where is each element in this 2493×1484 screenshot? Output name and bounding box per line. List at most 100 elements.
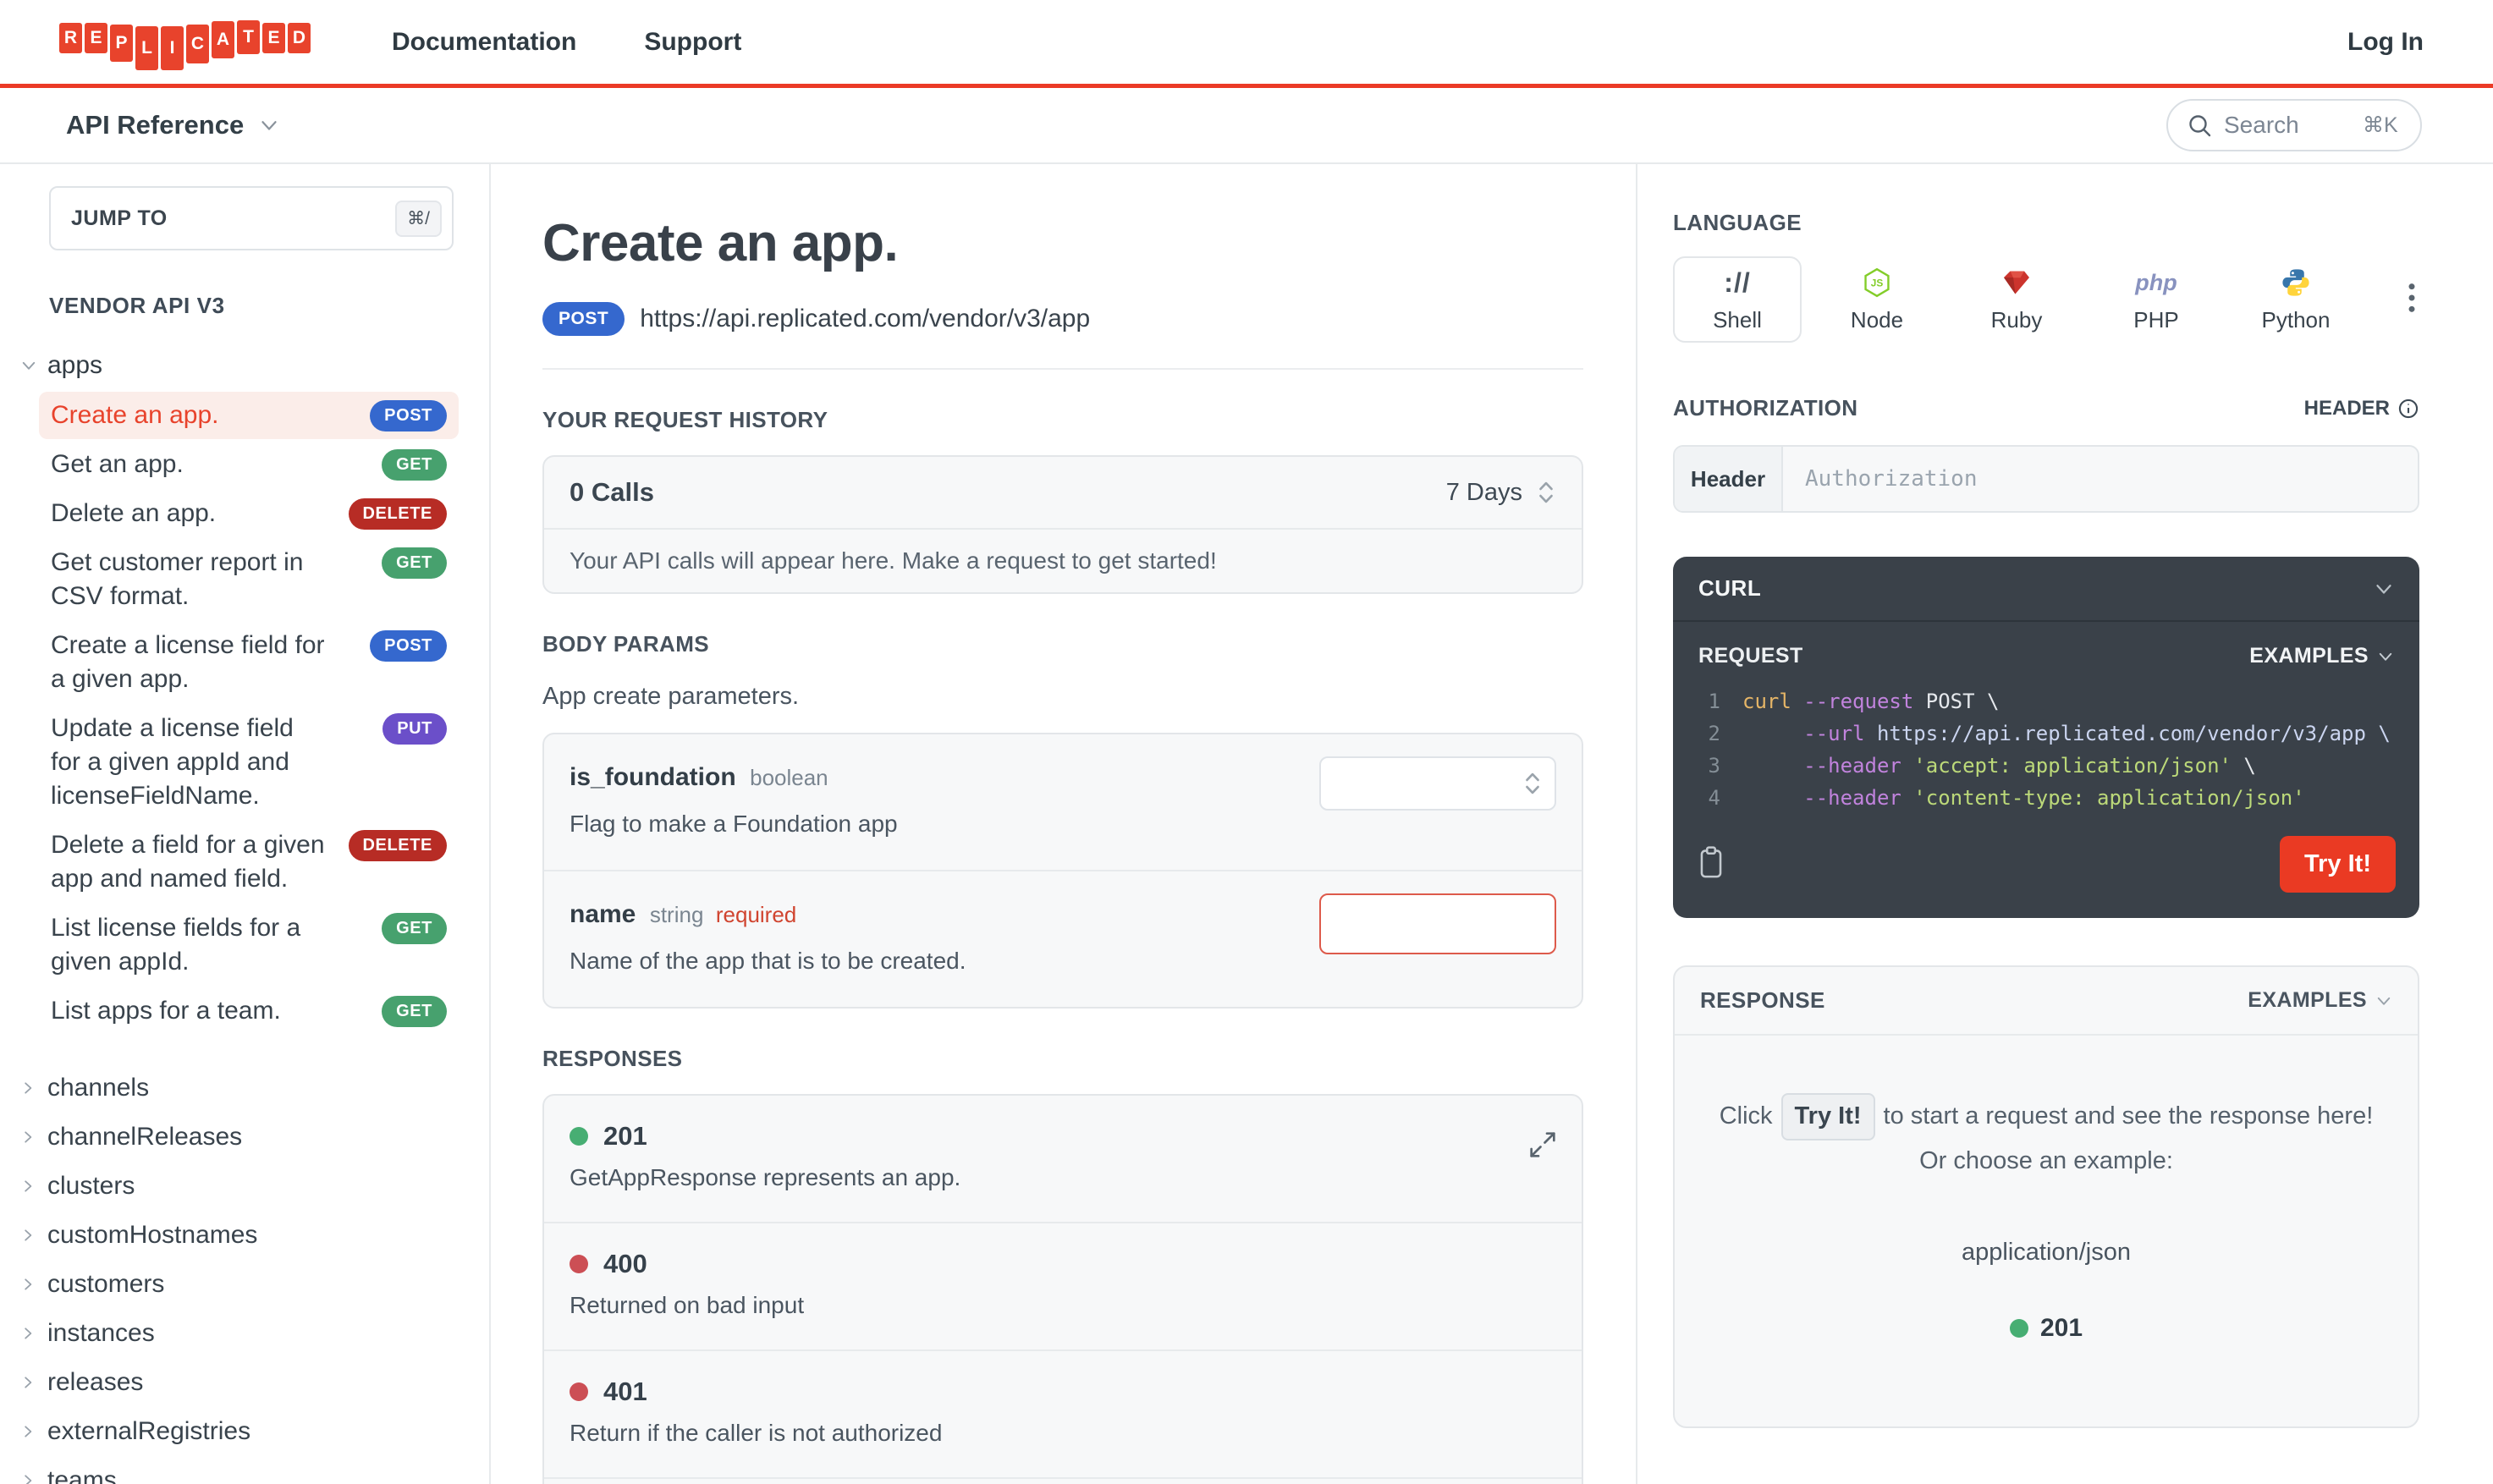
search-box[interactable]: ⌘K: [2166, 99, 2422, 151]
sidebar-item-update-license-field[interactable]: Update a license field for a given appId…: [39, 705, 459, 820]
response-examples-dropdown[interactable]: EXAMPLES: [2248, 988, 2392, 1013]
sidebar-group-label: releases: [47, 1368, 144, 1396]
sidebar-item-create-an-app[interactable]: Create an app. POST: [39, 392, 459, 439]
sidebar-group-customhostnames[interactable]: customHostnames: [20, 1211, 489, 1260]
method-badge-post: POST: [370, 400, 447, 431]
authorization-type[interactable]: HEADER: [2304, 397, 2419, 420]
language-option-ruby[interactable]: Ruby: [1952, 256, 2081, 343]
response-row-201[interactable]: 201 GetAppResponse represents an app.: [544, 1096, 1582, 1222]
name-param-input[interactable]: [1319, 893, 1556, 954]
sidebar-item-get-customer-report[interactable]: Get customer report in CSV format. GET: [39, 539, 459, 620]
response-panel-header: RESPONSE EXAMPLES: [1675, 967, 2418, 1036]
chevron-right-icon: [25, 1377, 32, 1388]
authorization-header-row: AUTHORIZATION HEADER: [1673, 395, 2419, 421]
jump-to-box[interactable]: ⌘/: [49, 186, 454, 250]
nav-link-documentation[interactable]: Documentation: [392, 28, 576, 57]
chevron-down-icon: [261, 121, 277, 130]
example-status[interactable]: 201: [1714, 1308, 2379, 1349]
sidebar-item-delete-an-app[interactable]: Delete an app. DELETE: [39, 490, 459, 537]
chevron-right-icon: [25, 1475, 32, 1484]
sidebar-group-teams[interactable]: teams: [20, 1456, 489, 1484]
request-history-card: 0 Calls 7 Days Your API calls will appea…: [542, 455, 1583, 594]
language-option-python[interactable]: Python: [2232, 256, 2360, 343]
language-option-shell[interactable]: :// Shell: [1673, 256, 1802, 343]
response-row-400[interactable]: 400 Returned on bad input: [544, 1222, 1582, 1349]
language-selector: :// Shell JS Node Ruby php PHP Python: [1673, 256, 2419, 343]
curl-panel-header[interactable]: CURL: [1673, 557, 2419, 622]
copy-code-button[interactable]: [1697, 845, 1725, 883]
sidebar-group-channels[interactable]: channels: [20, 1064, 489, 1113]
method-badge-get: GET: [382, 913, 447, 944]
sidebar: ⌘/ VENDOR API V3 apps Create an app. POS…: [0, 164, 491, 1484]
method-badge-put: PUT: [382, 713, 447, 745]
sidebar-group-channelreleases[interactable]: channelReleases: [20, 1113, 489, 1162]
sidebar-item-create-license-field[interactable]: Create a license field for a given app. …: [39, 622, 459, 703]
sidebar-group-releases[interactable]: releases: [20, 1358, 489, 1407]
try-it-chip[interactable]: Try It!: [1780, 1093, 1875, 1140]
api-reference-page: R E P L I C A T E D Documentation Suppor…: [0, 0, 2493, 1484]
history-range-value: 7 Days: [1445, 478, 1522, 506]
endpoint-label: List license fields for a given appId.: [51, 914, 301, 976]
language-label: Shell: [1713, 307, 1762, 333]
jump-to-input[interactable]: [71, 206, 325, 231]
stepper-icon: [1526, 772, 1539, 794]
curl-title: CURL: [1698, 575, 1762, 601]
sidebar-group-instances[interactable]: instances: [20, 1309, 489, 1358]
endpoint-label: Delete an app.: [51, 499, 217, 527]
language-label: PHP: [2133, 307, 2179, 333]
sidebar-item-delete-field[interactable]: Delete a field for a given app and named…: [39, 822, 459, 903]
jump-to-shortcut: ⌘/: [395, 200, 442, 237]
more-languages-button[interactable]: [2404, 277, 2419, 323]
authorization-input[interactable]: [1783, 447, 2418, 511]
sidebar-group-label: customHostnames: [47, 1221, 258, 1249]
sidebar-group-externalregistries[interactable]: externalRegistries: [20, 1407, 489, 1456]
response-code-line: 401: [570, 1377, 1556, 1407]
line-number: 2: [1708, 722, 1720, 745]
replicated-logo[interactable]: R E P L I C A T E D: [59, 13, 311, 72]
language-option-node[interactable]: JS Node: [1813, 256, 1941, 343]
code-token: --request: [1803, 690, 1914, 713]
sidebar-group-clusters[interactable]: clusters: [20, 1162, 489, 1211]
content-row: ⌘/ VENDOR API V3 apps Create an app. POS…: [0, 164, 2493, 1484]
response-row-403[interactable]: 403 Returned if the caller does not have…: [544, 1477, 1582, 1484]
search-input[interactable]: [2224, 112, 2351, 139]
method-badge-post: POST: [370, 630, 447, 662]
responses-heading: RESPONSES: [542, 1046, 683, 1071]
status-dot-error: [570, 1382, 588, 1401]
nav-link-support[interactable]: Support: [644, 28, 741, 57]
request-examples-row: REQUEST EXAMPLES: [1673, 622, 2419, 675]
status-dot-success: [570, 1127, 588, 1146]
endpoint-label: Update a license field for a given appId…: [51, 714, 294, 810]
sidebar-item-get-an-app[interactable]: Get an app. GET: [39, 441, 459, 488]
curl-code-block[interactable]: 1 curl --request POST \ 2 --url https://a…: [1673, 675, 2419, 817]
param-type: string: [649, 902, 704, 927]
request-label: REQUEST: [1698, 644, 1803, 668]
sidebar-group-label: apps: [47, 351, 103, 379]
example-content-type[interactable]: application/json: [1714, 1232, 2379, 1272]
login-link[interactable]: Log In: [2347, 28, 2424, 57]
language-label: Ruby: [1990, 307, 2043, 333]
response-row-401[interactable]: 401 Return if the caller is not authoriz…: [544, 1349, 1582, 1477]
info-icon: [2398, 398, 2419, 418]
response-code-line: 201: [570, 1121, 1556, 1151]
try-it-button[interactable]: Try It!: [2280, 836, 2396, 893]
response-description: Returned on bad input: [570, 1292, 805, 1318]
history-range-selector[interactable]: 7 Days: [1446, 479, 1556, 507]
response-code: 201: [603, 1121, 647, 1151]
is-foundation-select[interactable]: [1319, 756, 1556, 811]
logo-tile: P: [110, 24, 133, 62]
request-examples-dropdown[interactable]: EXAMPLES: [2249, 644, 2394, 668]
sidebar-item-list-apps[interactable]: List apps for a team. GET: [39, 987, 459, 1035]
sidebar-group-apps[interactable]: apps: [20, 351, 489, 380]
endpoint-label: Delete a field for a given app and named…: [51, 831, 325, 893]
api-reference-dropdown[interactable]: API Reference: [66, 110, 279, 140]
expand-icon[interactable]: [1526, 1128, 1560, 1166]
response-title: RESPONSE: [1700, 987, 1825, 1013]
logo-tile: L: [135, 25, 158, 70]
language-option-php[interactable]: php PHP: [2092, 256, 2221, 343]
request-history-summary-row: 0 Calls 7 Days: [544, 457, 1582, 530]
param-type: boolean: [750, 765, 828, 790]
sidebar-group-customers[interactable]: customers: [20, 1260, 489, 1309]
sidebar-item-list-license-fields[interactable]: List license fields for a given appId. G…: [39, 904, 459, 986]
